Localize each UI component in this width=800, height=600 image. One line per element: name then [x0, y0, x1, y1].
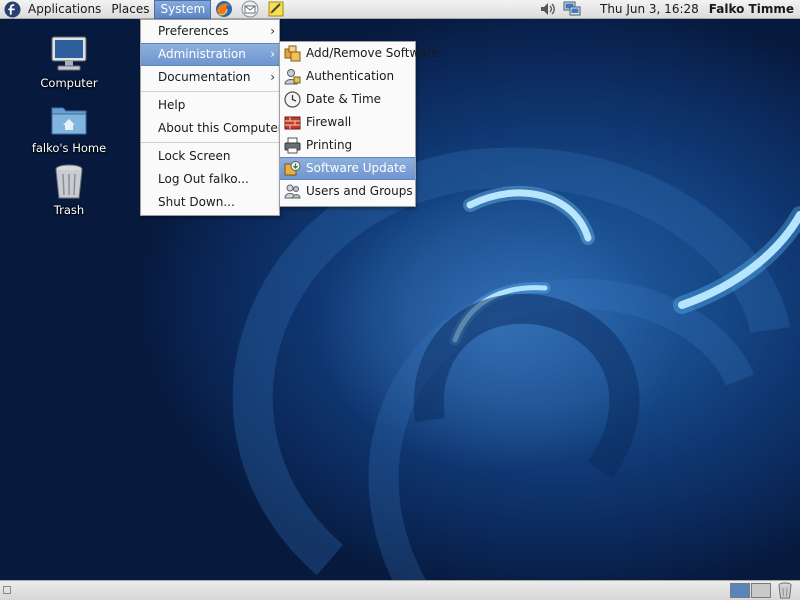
top-panel: Applications Places System Thu Jun 3, 16…	[0, 0, 800, 19]
menu-item-firewall[interactable]: Firewall	[280, 111, 415, 134]
firefox-launcher[interactable]	[214, 0, 234, 18]
package-icon	[284, 45, 301, 62]
administration-submenu: Add/Remove Software Authentication Date …	[279, 41, 439, 207]
show-desktop-icon[interactable]	[3, 586, 11, 594]
desktop-icon-home[interactable]: falko's Home	[29, 100, 109, 155]
submenu-arrow-icon: ›	[270, 47, 275, 61]
menu-item-label: Administration	[158, 47, 246, 61]
network-status[interactable]	[562, 0, 582, 18]
bottom-panel	[0, 580, 800, 600]
workspace-2[interactable]	[751, 583, 771, 598]
users-icon	[284, 184, 301, 199]
desktop-icon-label: Computer	[40, 76, 98, 90]
menu-item-authentication[interactable]: Authentication	[280, 65, 415, 88]
firefox-icon	[216, 1, 233, 17]
menu-separator	[141, 91, 279, 92]
authentication-icon	[284, 69, 301, 85]
menu-item-label: Log Out falko...	[158, 172, 249, 186]
workspace-1[interactable]	[730, 583, 750, 598]
computer-icon	[51, 36, 87, 71]
menu-item-log-out[interactable]: Log Out falko...	[141, 168, 279, 191]
software-update-icon	[284, 161, 301, 176]
menu-item-date-time[interactable]: Date & Time	[280, 88, 415, 111]
menu-item-users-groups[interactable]: Users and Groups	[280, 180, 415, 203]
menu-item-administration[interactable]: Administration ›	[141, 43, 279, 66]
menu-separator	[141, 142, 279, 143]
menu-item-label: Date & Time	[306, 92, 382, 106]
notes-icon	[268, 1, 284, 17]
desktop-icon-trash[interactable]: Trash	[29, 162, 109, 217]
menu-item-software-update[interactable]: Software Update	[280, 157, 415, 180]
places-menu[interactable]: Places	[106, 0, 154, 19]
menu-item-label: Software Update	[306, 161, 407, 175]
menu-item-printing[interactable]: Printing	[280, 134, 415, 157]
submenu-arrow-icon: ›	[270, 24, 275, 38]
clock-icon	[284, 91, 301, 108]
menu-item-label: Help	[158, 98, 186, 112]
applications-menu[interactable]: Applications	[23, 0, 106, 19]
mail-icon	[241, 0, 259, 18]
menu-item-label: Documentation	[158, 70, 251, 84]
menu-item-label: Add/Remove Software	[306, 46, 439, 60]
menu-item-label: Users and Groups	[306, 184, 413, 198]
menu-item-shut-down[interactable]: Shut Down...	[141, 191, 279, 214]
trash-icon	[55, 164, 83, 199]
system-menu[interactable]: System	[154, 0, 212, 19]
system-dropdown-menu: Preferences › Administration › Documenta…	[140, 19, 283, 216]
menu-item-lock-screen[interactable]: Lock Screen	[141, 145, 279, 168]
menu-item-label: Preferences	[158, 24, 229, 38]
desktop-icon-computer[interactable]: Computer	[29, 35, 109, 90]
panel-clock[interactable]: Thu Jun 3, 16:28	[584, 2, 709, 16]
menu-item-label: Lock Screen	[158, 149, 231, 163]
submenu-arrow-icon: ›	[270, 70, 275, 84]
desktop-icon-label: falko's Home	[31, 141, 107, 155]
menu-item-label: Authentication	[306, 69, 395, 83]
menu-item-documentation[interactable]: Documentation ›	[141, 66, 279, 89]
volume-control[interactable]	[538, 0, 558, 18]
menu-item-label: Shut Down...	[158, 195, 235, 209]
menu-item-add-remove-software[interactable]: Add/Remove Software	[280, 42, 439, 65]
menu-item-label: Printing	[306, 138, 353, 152]
menu-item-help[interactable]: Help	[141, 94, 279, 117]
menu-item-label: About this Computer	[158, 121, 283, 135]
home-folder-icon	[51, 107, 87, 135]
desktop-icon-label: Trash	[53, 203, 85, 217]
trash-applet-icon[interactable]	[777, 582, 793, 599]
menu-item-preferences[interactable]: Preferences ›	[141, 20, 279, 43]
mail-launcher[interactable]	[240, 0, 260, 18]
printer-icon	[284, 137, 301, 154]
menu-item-label: Firewall	[306, 115, 352, 129]
user-switcher[interactable]: Falko Timme	[709, 2, 800, 16]
network-icon	[563, 1, 581, 16]
menu-item-about[interactable]: About this Computer	[141, 117, 283, 140]
notes-launcher[interactable]	[266, 0, 286, 18]
firewall-icon	[284, 116, 301, 130]
volume-icon	[541, 3, 555, 15]
fedora-logo-icon[interactable]	[4, 1, 21, 18]
